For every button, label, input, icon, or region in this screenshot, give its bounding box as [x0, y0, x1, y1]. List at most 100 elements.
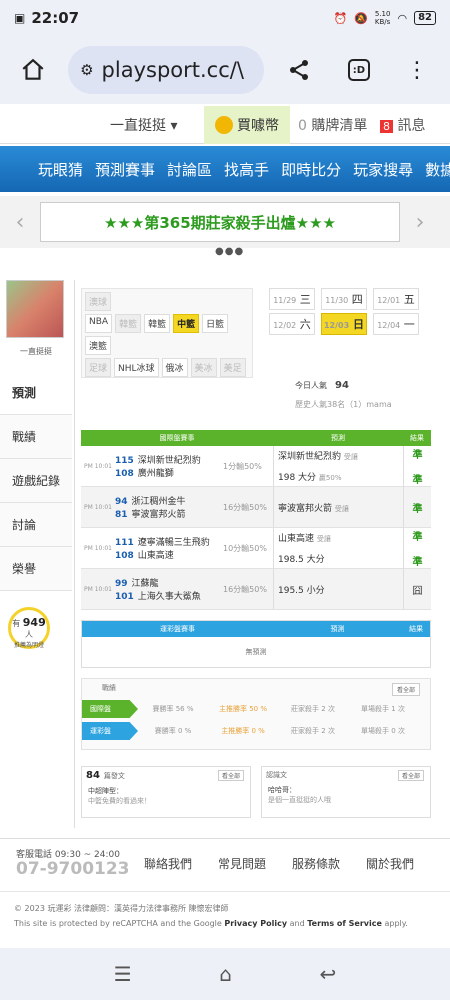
- back-icon[interactable]: ↩: [319, 962, 336, 986]
- filter-tag-selected[interactable]: 中籃: [173, 314, 200, 333]
- date-wd: 六: [299, 318, 311, 331]
- filter-tag[interactable]: 美足: [219, 358, 246, 377]
- privacy-link[interactable]: Privacy Policy: [224, 919, 287, 928]
- url-bar[interactable]: ⚙ playsport.cc/\: [68, 46, 264, 94]
- pick: 198 大分: [278, 473, 317, 483]
- cart-link[interactable]: 0 購牌清單: [290, 115, 374, 135]
- banner-text[interactable]: ★★★第365期莊家殺手出爐★★★: [40, 202, 400, 242]
- menu-item-predict[interactable]: 預測: [0, 371, 72, 415]
- friends-more-button[interactable]: 看全部: [397, 770, 424, 781]
- team-line: 108 山東高速: [115, 548, 223, 561]
- date-item[interactable]: 11/30 四: [321, 288, 367, 310]
- stats-cell: 莊家殺手 2 次: [291, 727, 335, 735]
- footer-link[interactable]: 關於我們: [366, 855, 414, 872]
- menu-item-discuss[interactable]: 討論: [0, 503, 72, 547]
- filter-tag[interactable]: 俄冰: [161, 358, 188, 377]
- date-item-selected[interactable]: 12/03 日: [321, 313, 367, 335]
- footer-link[interactable]: 常見問題: [218, 855, 266, 872]
- team-line: 108 廣州龍獅: [115, 466, 223, 479]
- contact-phone[interactable]: 07-9700123: [16, 859, 130, 879]
- footer-link[interactable]: 聯絡我們: [144, 855, 192, 872]
- date-item[interactable]: 11/29 三: [269, 288, 315, 310]
- home-icon[interactable]: [12, 48, 54, 92]
- date-item[interactable]: 12/02 六: [269, 313, 315, 335]
- filter-tag[interactable]: NHL冰球: [114, 358, 159, 377]
- nav-item[interactable]: 玩眼猜: [38, 159, 83, 180]
- filter-tag[interactable]: NBA: [85, 314, 113, 333]
- terms-link[interactable]: Terms of Service: [307, 919, 382, 928]
- team-name[interactable]: 江蘇龍: [132, 579, 159, 589]
- date-wd: 一: [403, 318, 415, 331]
- team-name[interactable]: 深圳新世紀烈豹: [138, 456, 201, 466]
- recent-apps-icon[interactable]: ☰: [114, 962, 132, 986]
- filter-tag[interactable]: 澳球: [85, 292, 112, 311]
- nav-item[interactable]: 討論區: [167, 159, 212, 180]
- team-line: 81 寧波富邦火箭: [115, 507, 223, 520]
- team-name[interactable]: 寧波富邦火箭: [132, 510, 186, 520]
- team-name[interactable]: 上海久事大鯊魚: [138, 592, 201, 602]
- alarm-icon: ⏰: [333, 11, 348, 25]
- date-wd: 五: [403, 293, 415, 306]
- friend-item[interactable]: 哈哈哥： 是個一直挺挺的人哦: [262, 783, 430, 807]
- date-picker: 11/29 三 11/30 四 12/01 五 12/02 六 12/03 日 …: [269, 288, 429, 335]
- stats-cell: 主推勝率 50 %: [218, 705, 267, 713]
- stats-cell: 賽勝率 56 %: [152, 705, 194, 713]
- table-row: PM 10:01 94 浙江稠州金牛 81 寧波富邦火箭 16分輸50% 寧波富邦火箭…: [81, 487, 431, 528]
- nav-item[interactable]: 預測賽事: [95, 159, 155, 180]
- team-name[interactable]: 遼寧滿暢三生飛豹: [138, 538, 210, 548]
- filter-tag[interactable]: 韓籃: [115, 314, 142, 333]
- filter-tag[interactable]: 美冰: [190, 358, 217, 377]
- chevron-right-icon[interactable]: ›: [400, 210, 440, 235]
- post-item[interactable]: 中超陣型： 中籃免費的看過來！: [82, 784, 250, 808]
- message-label: 訊息: [397, 117, 426, 134]
- menu-item-honor[interactable]: 榮譽: [0, 547, 72, 591]
- odds: 1分輸50%: [223, 461, 262, 471]
- tab-count: :D: [347, 59, 370, 81]
- team-line: 101 上海久事大鯊魚: [115, 589, 223, 602]
- messages-link[interactable]: 8 訊息: [374, 115, 425, 135]
- team-name[interactable]: 浙江稠州金牛: [132, 497, 186, 507]
- url-text: playsport.cc/\: [101, 58, 244, 82]
- team-name[interactable]: 廣州龍獅: [138, 469, 174, 479]
- posts-more-button[interactable]: 看全部: [217, 770, 244, 781]
- stats-cell: 單場殺手 0 次: [361, 727, 405, 735]
- site-settings-icon[interactable]: ⚙: [80, 61, 93, 79]
- footer-link[interactable]: 服務條款: [292, 855, 340, 872]
- stats-cell: 主推勝率 0 %: [221, 727, 265, 735]
- bulb-post: 人: [25, 630, 33, 639]
- odds: 16分輸50%: [223, 502, 267, 512]
- home-nav-icon[interactable]: ⌂: [219, 962, 232, 986]
- nav-item[interactable]: 玩家搜尋: [353, 159, 413, 180]
- avatar[interactable]: [6, 280, 64, 338]
- nav-item[interactable]: 即時比分: [281, 159, 341, 180]
- user-menu[interactable]: 一直挺挺 ▾: [110, 115, 204, 135]
- stats-row: 運彩盤 賽勝率 0 % 主推勝率 0 % 莊家殺手 2 次 單場殺手 0 次: [82, 721, 430, 741]
- pick-line: 寧波富邦火箭 受讓: [278, 501, 403, 514]
- filter-tag[interactable]: 日籃: [202, 314, 229, 333]
- filter-tag[interactable]: 足球: [85, 358, 112, 377]
- more-menu-icon[interactable]: ⋮: [396, 48, 438, 92]
- network-speed: 5.10 KB/s: [374, 10, 391, 26]
- date-item[interactable]: 12/04 一: [373, 313, 419, 335]
- menu-item-game-log[interactable]: 遊戲紀錄: [0, 459, 72, 503]
- recap-and: and: [289, 919, 305, 928]
- pick-note: 受讓: [334, 504, 349, 513]
- lightbulb-badge[interactable]: 有 949 人 推薦為明燈: [8, 607, 50, 649]
- team-name[interactable]: 山東高速: [138, 551, 174, 561]
- date-md: 11/30: [325, 296, 349, 305]
- filter-tag[interactable]: 韓籃: [144, 314, 171, 333]
- status-time: 22:07: [31, 9, 80, 27]
- menu-item-record[interactable]: 戰績: [0, 415, 72, 459]
- copyright: © 2023 玩運彩 法律顧問：漢英得力法律事務所 陳懷宏律師: [14, 904, 229, 913]
- chevron-left-icon[interactable]: ‹: [0, 210, 40, 235]
- date-item[interactable]: 12/01 五: [373, 288, 419, 310]
- stats-more-button[interactable]: 看全部: [391, 683, 420, 696]
- buy-coin-button[interactable]: 買噱幣: [204, 105, 290, 144]
- recap-text: This site is protected by reCAPTCHA and …: [14, 919, 222, 928]
- tab-switcher-button[interactable]: :D: [338, 48, 380, 92]
- nav-item[interactable]: 找高手: [224, 159, 269, 180]
- nav-item[interactable]: 數據: [425, 159, 450, 180]
- main-nav: 玩眼猜 預測賽事 討論區 找高手 即時比分 玩家搜尋 數據: [0, 146, 450, 192]
- share-icon[interactable]: [278, 48, 320, 92]
- filter-tag[interactable]: 澳籃: [85, 336, 112, 355]
